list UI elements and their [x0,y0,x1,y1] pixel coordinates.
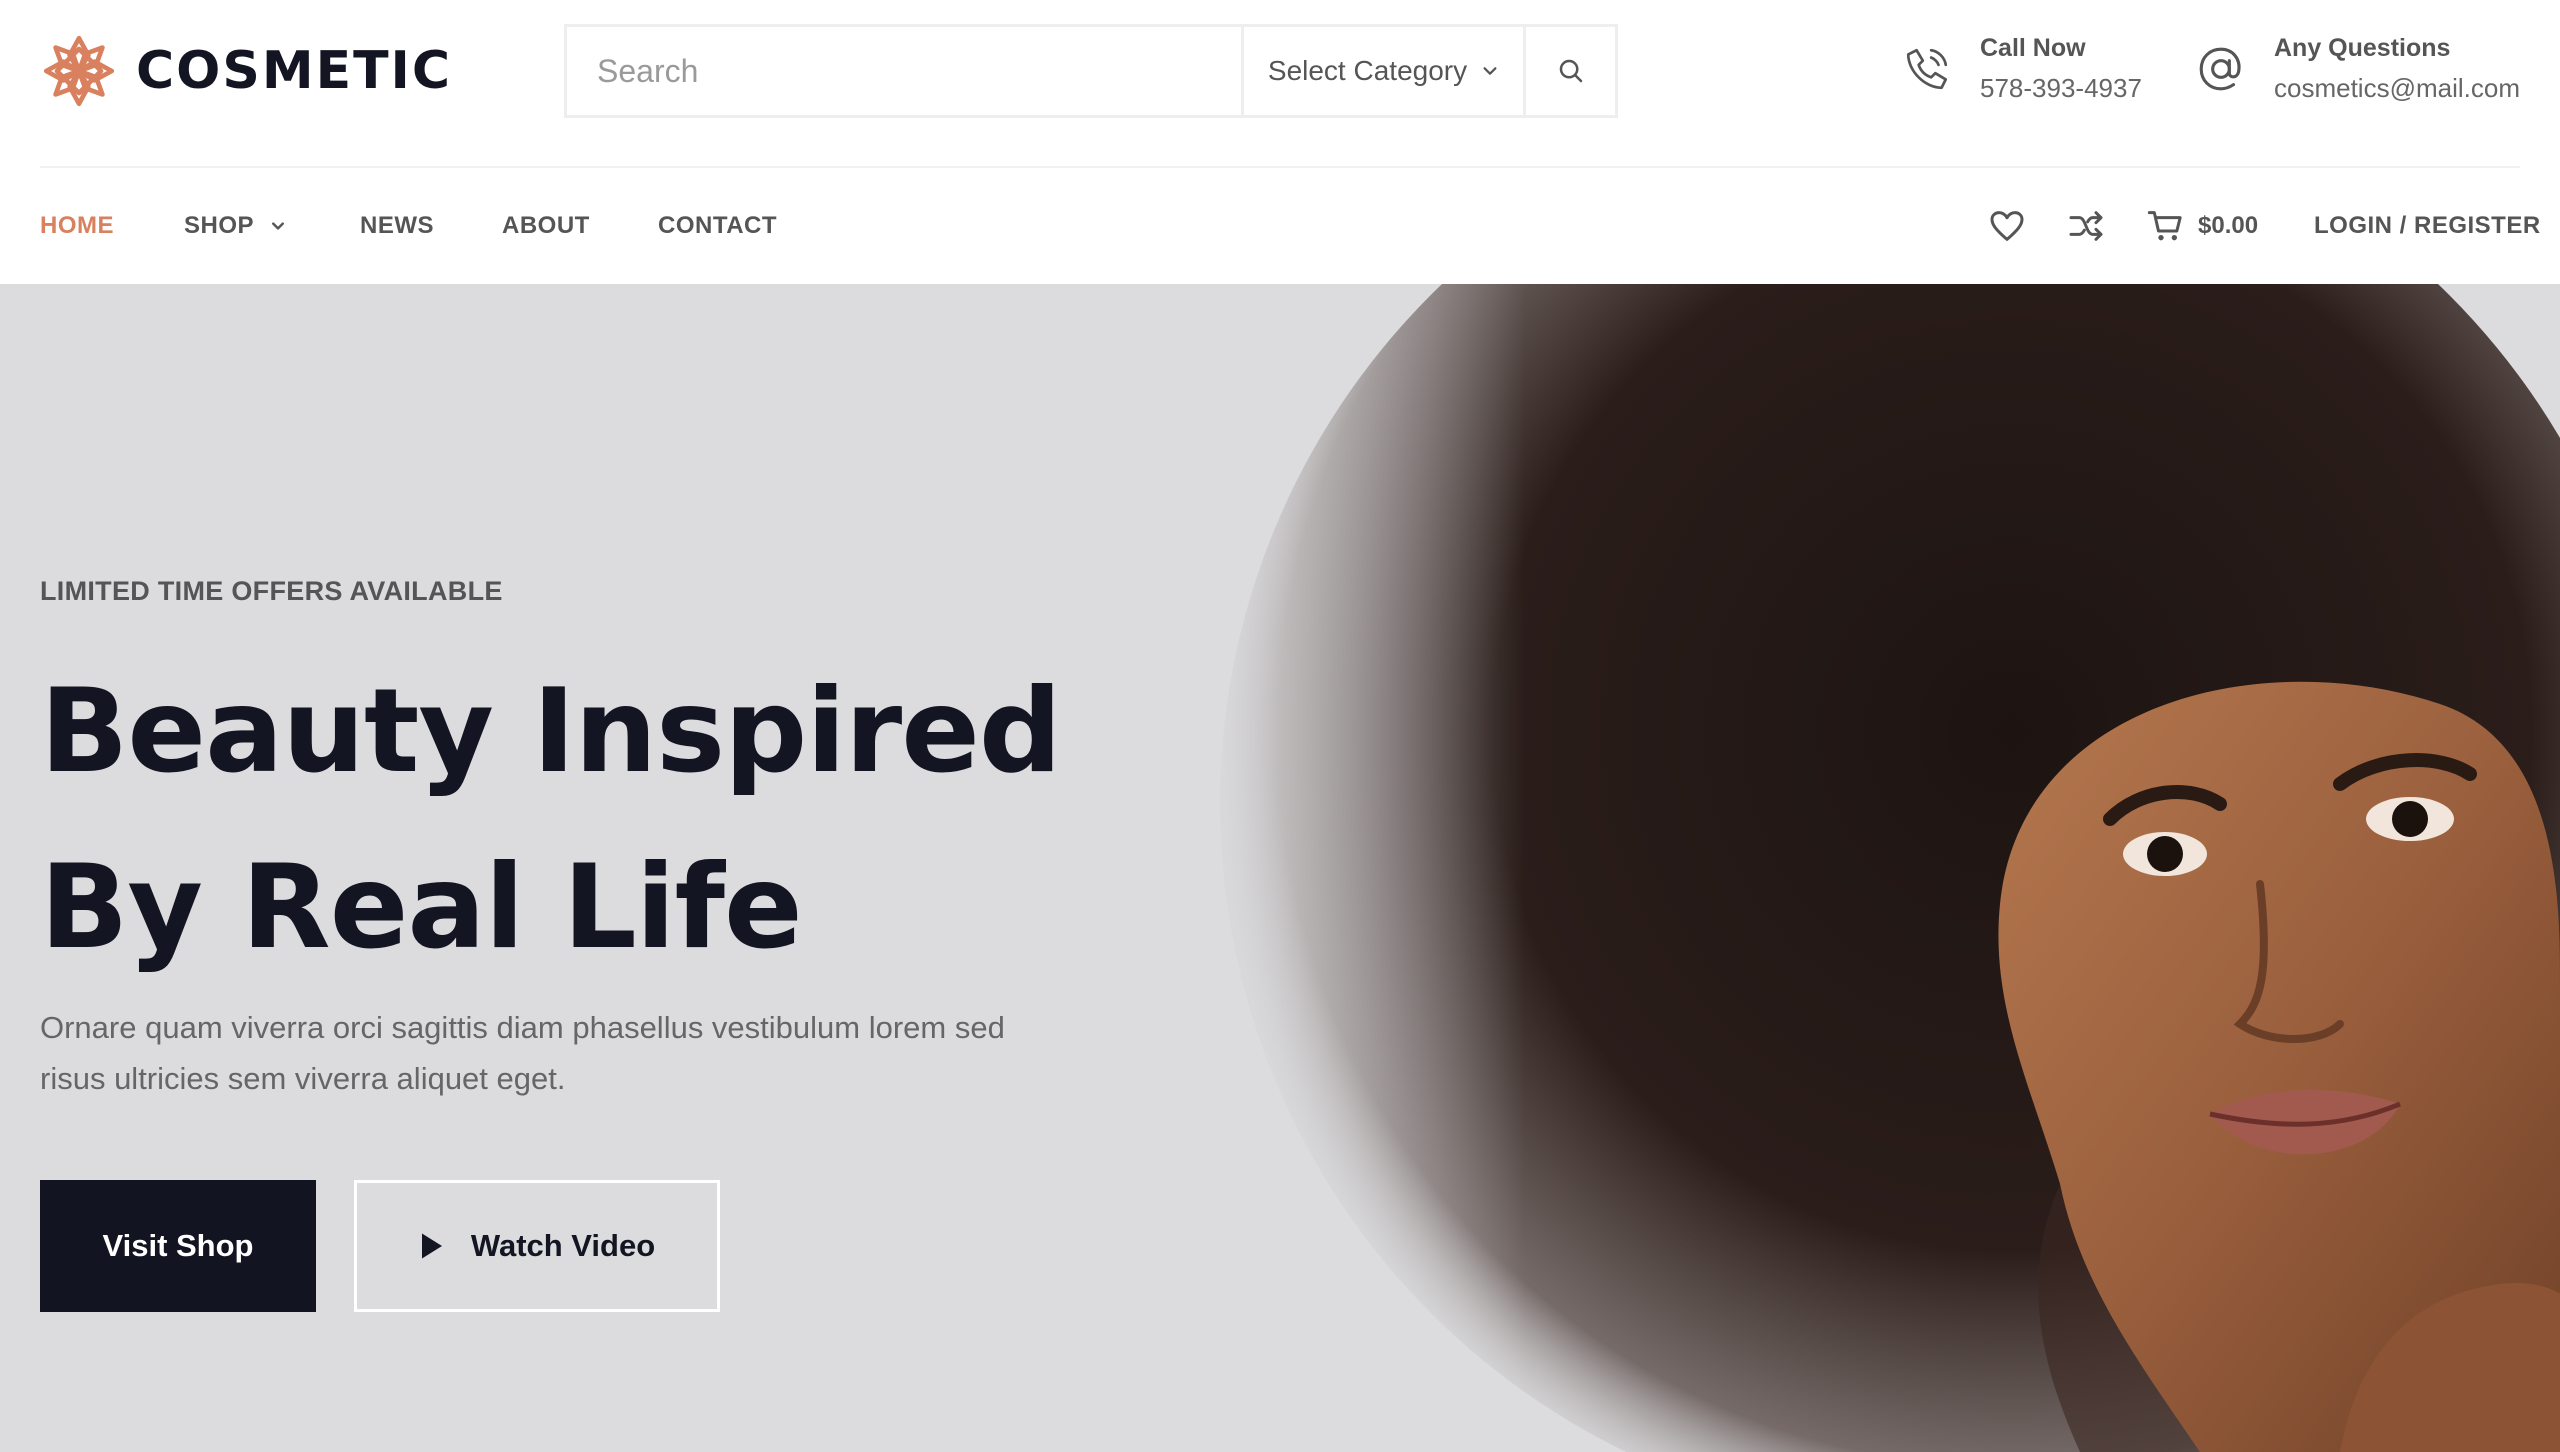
brand-logo[interactable]: COSMETIC [40,32,452,110]
call-now-text: Call Now 578-393-4937 [1980,30,2142,110]
heart-icon[interactable] [1987,206,2027,246]
nav-item-label: SHOP [184,212,255,239]
play-icon [421,1233,442,1259]
email-text: Any Questions cosmetics@mail.com [2274,30,2520,110]
hero-model-photo [1180,284,2560,1452]
search-input[interactable] [567,27,1241,115]
top-header: COSMETIC Select Category Call Now 578-39… [0,0,2560,168]
nav-item-label: HOME [40,212,114,239]
hero-title-line-2: By Real Life [40,840,803,975]
hero-title: Beauty Inspired By Real Life [40,644,1062,996]
email-contact[interactable]: Any Questions cosmetics@mail.com [2196,30,2520,110]
call-now-contact[interactable]: Call Now 578-393-4937 [1902,30,2142,110]
search-bar: Select Category [564,24,1618,118]
call-now-title: Call Now [1980,34,2086,62]
phone-icon [1906,48,1948,90]
search-icon [1559,59,1582,83]
at-sign-icon [2199,47,2241,91]
cart-icon [2147,211,2182,241]
email-address: cosmetics@mail.com [2274,73,2520,103]
hero-eyebrow: LIMITED TIME OFFERS AVAILABLE [40,576,503,606]
chevron-down-icon [272,222,285,230]
category-select[interactable]: Select Category [1241,27,1523,115]
nav-item-label: NEWS [360,212,434,239]
nav-item-home[interactable]: HOME [40,212,114,240]
visit-shop-button[interactable]: Visit Shop [40,1180,316,1312]
watch-video-button[interactable]: Watch Video [354,1180,720,1312]
hero-title-line-1: Beauty Inspired [40,664,1062,799]
nav-item-shop[interactable]: SHOP [184,212,286,240]
nav-item-label: CONTACT [658,212,778,239]
visit-shop-label: Visit Shop [102,1228,254,1263]
login-register-link[interactable]: LOGIN / REGISTER [2314,212,2541,240]
nav-item-label: ABOUT [502,212,590,239]
nav-item-news[interactable]: NEWS [360,212,434,240]
shuffle-compare-icon[interactable] [2066,206,2106,246]
hero-banner: LIMITED TIME OFFERS AVAILABLE Beauty Ins… [0,284,2560,1452]
nav-item-contact[interactable]: CONTACT [658,212,777,240]
email-title: Any Questions [2274,34,2451,62]
nav-item-about[interactable]: ABOUT [502,212,590,240]
phone-number: 578-393-4937 [1980,73,2142,103]
brand-name: COSMETIC [136,41,453,101]
cart-total: $0.00 [2198,212,2259,239]
flower-logo-icon [43,35,115,107]
watch-video-label: Watch Video [470,1228,656,1263]
category-select-label: Select Category [1267,55,1468,86]
search-button[interactable] [1523,27,1615,115]
hero-description: Ornare quam viverra orci sagittis diam p… [40,1010,1005,1096]
chevron-down-icon [1483,67,1497,75]
main-nav: HOME SHOP NEWS ABOUT CONTACT $0.00 LOGIN… [0,168,2560,284]
